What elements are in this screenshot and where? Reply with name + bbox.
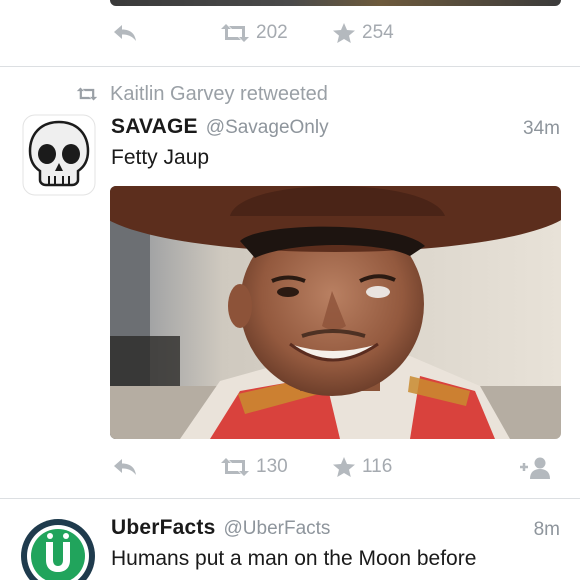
timeline: 202 254 Kaitlin Garvey retweeted SAVAGE … <box>0 0 580 580</box>
retweet-count: 202 <box>256 22 288 43</box>
tweet-text: Humans put a man on the Moon before <box>111 547 477 570</box>
tweet-photo[interactable] <box>110 186 561 439</box>
retweet-button[interactable]: 202 <box>220 22 288 44</box>
retweet-count: 130 <box>256 456 288 477</box>
add-user-icon <box>520 457 550 479</box>
user-handle[interactable]: @SavageOnly <box>206 117 329 139</box>
tweet-actions: 130 116 <box>0 448 580 488</box>
tweet-timestamp[interactable]: 8m <box>534 519 560 541</box>
favorite-button[interactable]: 116 <box>332 456 392 478</box>
tweet-timestamp[interactable]: 34m <box>523 118 560 140</box>
retweet-button[interactable]: 130 <box>220 456 288 478</box>
reply-button[interactable] <box>112 22 138 44</box>
avatar[interactable] <box>20 518 96 580</box>
previous-tweet-media[interactable] <box>110 0 561 6</box>
user-name[interactable]: SAVAGE <box>111 115 198 139</box>
tweet-header: UberFacts @UberFacts <box>111 516 330 544</box>
favorite-button[interactable]: 254 <box>332 22 394 44</box>
star-icon <box>333 457 355 477</box>
tweet-photo-image <box>110 186 561 439</box>
follow-button[interactable] <box>518 456 552 480</box>
retweeted-by-label: Kaitlin Garvey retweeted <box>110 82 328 105</box>
reply-icon <box>114 459 136 475</box>
tweet-text: Fetty Jaup <box>111 146 210 169</box>
tweet-header: SAVAGE @SavageOnly <box>111 115 329 143</box>
retweet-icon <box>76 87 98 101</box>
reply-button[interactable] <box>112 456 138 478</box>
tweet-divider <box>0 66 580 67</box>
avatar[interactable] <box>22 114 96 196</box>
user-handle[interactable]: @UberFacts <box>224 518 331 540</box>
previous-tweet-actions: 202 254 <box>0 16 580 56</box>
skull-icon <box>22 114 96 196</box>
retweet-context[interactable]: Kaitlin Garvey retweeted <box>76 80 328 108</box>
retweet-icon <box>221 458 249 476</box>
uberfacts-logo-icon <box>21 519 95 580</box>
reply-icon <box>114 25 136 41</box>
tweet-divider <box>0 498 580 499</box>
favorite-count: 116 <box>362 456 393 477</box>
favorite-count: 254 <box>362 22 394 43</box>
retweet-icon <box>221 24 249 42</box>
user-name[interactable]: UberFacts <box>111 516 216 540</box>
star-icon <box>333 23 355 43</box>
